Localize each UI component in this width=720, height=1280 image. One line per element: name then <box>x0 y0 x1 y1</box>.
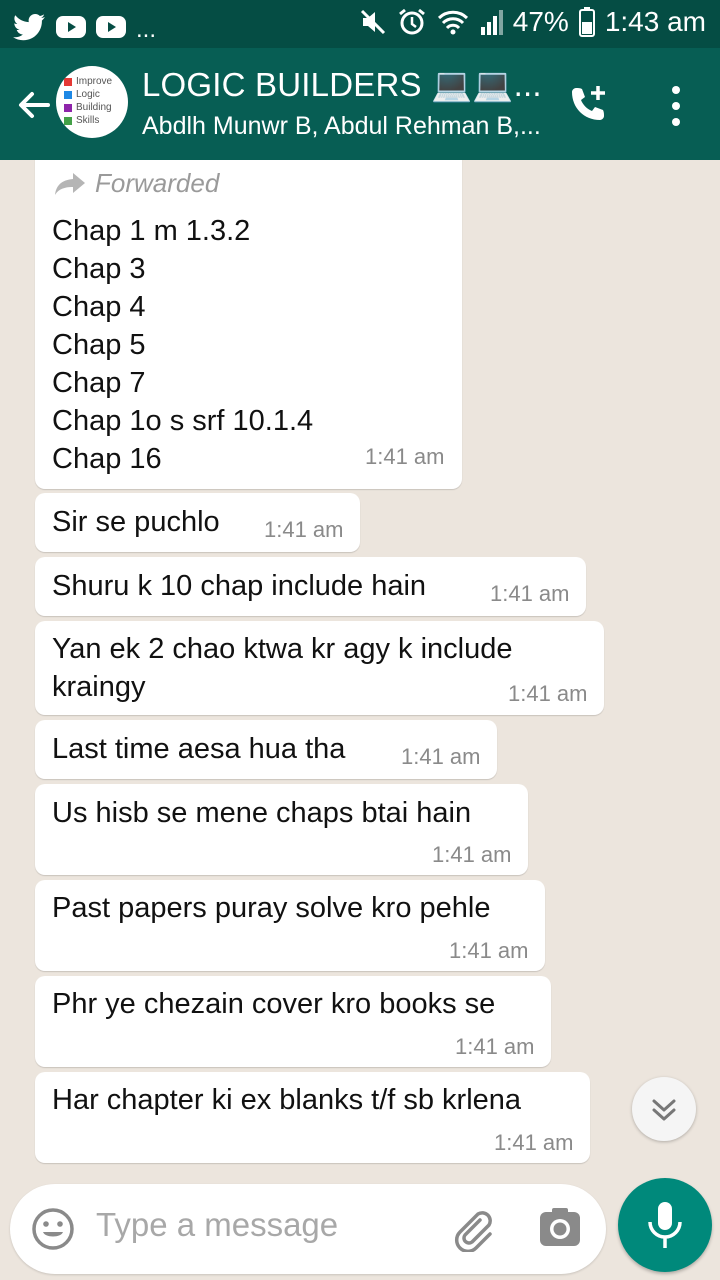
message-bubble[interactable]: Past papers puray solve kro pehle 1:41 a… <box>35 880 545 971</box>
avatar-text: Logic <box>76 89 100 100</box>
message-placeholder: Type a message <box>96 1206 339 1243</box>
message-text: Chap 3 <box>52 253 146 285</box>
forwarded-label: Forwarded <box>95 168 220 198</box>
composer: Type a message <box>0 1178 720 1280</box>
message-text: Sir se puchlo <box>52 506 220 538</box>
twitter-icon <box>13 14 45 41</box>
message-bubble[interactable]: Forwarded Chap 1 m 1.3.2 Chap 3 Chap 4 C… <box>35 160 462 489</box>
back-arrow-icon[interactable] <box>14 86 52 124</box>
group-title[interactable]: LOGIC BUILDERS 💻💻... <box>142 66 542 105</box>
message-bubble[interactable]: Yan ek 2 chao ktwa kr agy k include krai… <box>35 621 604 715</box>
message-text: Chap 1 m 1.3.2 <box>52 215 251 247</box>
message-bubble[interactable]: Us hisb se mene chaps btai hain 1:41 am <box>35 784 528 875</box>
message-bubble[interactable]: Phr ye chezain cover kro books se 1:41 a… <box>35 976 551 1067</box>
wifi-icon <box>437 10 468 35</box>
message-list[interactable]: Forwarded Chap 1 m 1.3.2 Chap 3 Chap 4 C… <box>0 160 720 1180</box>
battery-percent: 47% <box>512 6 569 37</box>
attach-icon[interactable] <box>450 1206 496 1252</box>
message-bubble[interactable]: Har chapter ki ex blanks t/f sb krlena 1… <box>35 1072 590 1163</box>
message-time: 1:41 am <box>494 1130 574 1155</box>
add-call-icon[interactable] <box>566 82 614 130</box>
message-text: Har chapter ki ex blanks t/f sb krlena <box>52 1084 522 1116</box>
message-text: Last time aesa hua tha <box>52 733 346 765</box>
message-text: Chap 7 <box>52 367 146 399</box>
message-input[interactable]: Type a message <box>10 1184 606 1274</box>
message-time: 1:41 am <box>432 842 512 867</box>
overflow-menu-icon[interactable] <box>664 84 688 128</box>
battery-icon <box>578 7 595 37</box>
camera-icon[interactable] <box>538 1206 582 1250</box>
clock: 1:43 am <box>604 6 706 37</box>
message-text: Chap 1o s srf 10.1.4 <box>52 405 314 437</box>
forward-arrow-icon <box>55 172 85 195</box>
message-text: Past papers puray solve kro pehle <box>52 892 491 924</box>
message-text: Us hisb se mene chaps btai hain <box>52 797 472 829</box>
message-time: 1:41 am <box>508 681 588 706</box>
message-text: Chap 4 <box>52 291 146 323</box>
message-bubble[interactable]: Sir se puchlo 1:41 am <box>35 493 360 552</box>
message-time: 1:41 am <box>365 444 445 469</box>
message-bubble[interactable]: Shuru k 10 chap include hain 1:41 am <box>35 557 586 616</box>
voice-record-button[interactable] <box>618 1178 712 1272</box>
message-text: Chap 5 <box>52 329 146 361</box>
double-chevron-down-icon <box>652 1099 676 1121</box>
message-bubble[interactable]: Last time aesa hua tha 1:41 am <box>35 720 497 779</box>
message-text: Phr ye chezain cover kro books se <box>52 988 496 1020</box>
mute-icon <box>360 9 385 35</box>
group-members[interactable]: Abdlh Munwr B, Abdul Rehman B,... <box>142 112 541 141</box>
youtube-icon <box>96 16 126 38</box>
chat-header: Improve Logic Building Skills LOGIC BUIL… <box>0 48 720 160</box>
alarm-icon <box>398 8 425 35</box>
message-time: 1:41 am <box>490 581 570 606</box>
message-text: kraingy <box>52 671 146 703</box>
message-time: 1:41 am <box>264 517 344 542</box>
avatar-text: Improve <box>76 76 113 87</box>
message-text: Chap 16 <box>52 443 162 475</box>
status-bar: ... 47% 1:43 am <box>0 0 720 48</box>
emoji-icon[interactable] <box>30 1206 76 1252</box>
message-time: 1:41 am <box>401 744 481 769</box>
message-text: Yan ek 2 chao ktwa kr agy k include <box>52 633 513 665</box>
more-notifications: ... <box>136 16 157 43</box>
youtube-icon <box>56 16 86 38</box>
group-avatar[interactable]: Improve Logic Building Skills <box>56 66 128 138</box>
signal-icon <box>480 10 503 35</box>
forwarded-indicator: Forwarded <box>53 168 219 199</box>
scroll-to-bottom-button[interactable] <box>632 1077 696 1141</box>
avatar-text: Skills <box>76 115 100 126</box>
message-text: Shuru k 10 chap include hain <box>52 570 427 602</box>
message-time: 1:41 am <box>449 938 529 963</box>
message-time: 1:41 am <box>455 1034 535 1059</box>
microphone-icon <box>648 1202 682 1248</box>
avatar-text: Building <box>76 102 112 113</box>
